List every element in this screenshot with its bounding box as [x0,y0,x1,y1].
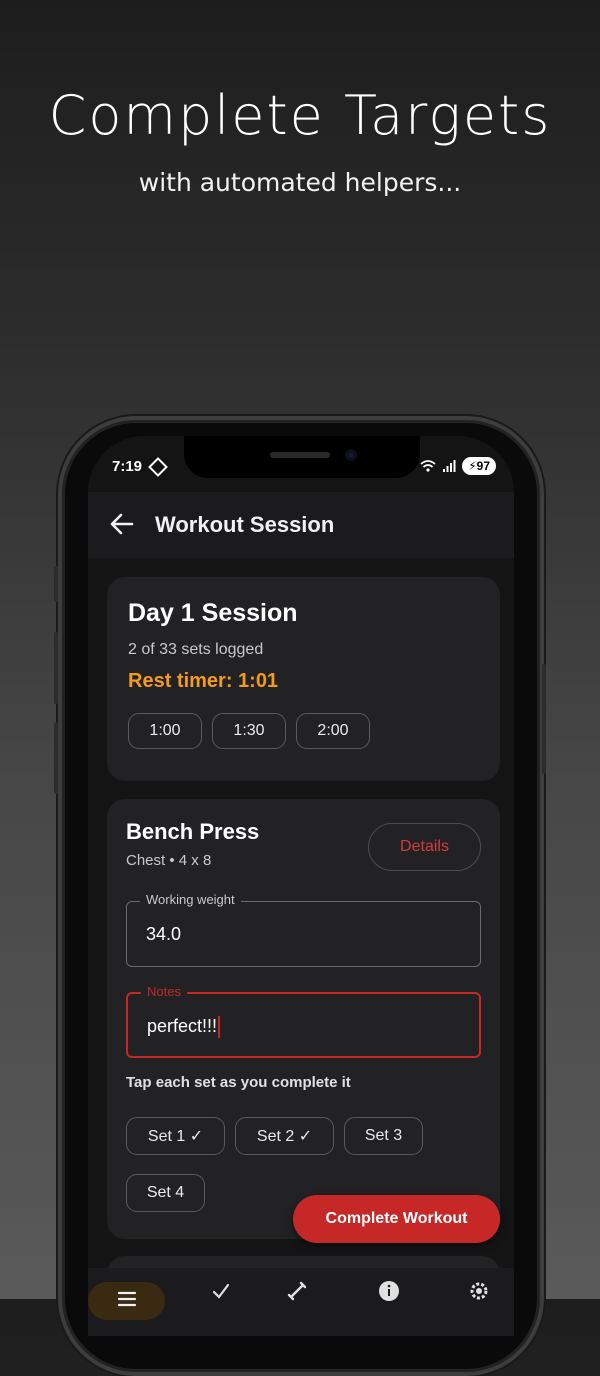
set-3-button[interactable]: Set 3 [344,1117,423,1155]
exercise-name: Bench Press [126,819,260,844]
set-4-button[interactable]: Set 4 [126,1174,205,1212]
text-caret [218,1016,221,1039]
session-title: Day 1 Session [128,599,298,627]
battery-indicator: ⚡97 [462,457,496,475]
nav-item-session-active[interactable] [88,1282,165,1320]
phone-power-button [542,664,546,774]
notes-value: perfect!!! [147,1016,218,1036]
speaker [270,452,330,458]
status-time: 7:19 [112,458,143,475]
navigation-status-icon [148,457,168,477]
status-icons: ⚡97 [420,457,496,475]
phone-volume-down-button [54,722,58,794]
notes-value-wrapper: perfect!!! [147,1016,221,1039]
hero-subtitle: with automated helpers... [138,168,462,197]
working-weight-value: 34.0 [146,924,182,944]
set-2-button[interactable]: Set 2 ✓ [235,1117,334,1155]
camera [345,449,357,461]
notes-field[interactable]: Notes perfect!!! [126,984,481,1058]
phone-screen: 7:19 ⚡97 Workout Session Day 1 Session 2… [88,436,514,1336]
bottom-navigation [88,1268,514,1336]
phone-side-button [54,566,58,602]
exercise-meta: Chest • 4 x 8 [126,852,212,869]
exercise-card: Bench Press Chest • 4 x 8 Details Workin… [107,799,500,1239]
back-arrow-icon[interactable] [108,510,136,538]
details-button[interactable]: Details [368,823,481,871]
complete-workout-button[interactable]: Complete Workout [293,1195,500,1243]
set-helper-text: Tap each set as you complete it [126,1074,351,1091]
working-weight-label: Working weight [140,892,241,907]
notes-label: Notes [141,984,187,999]
session-card: Day 1 Session 2 of 33 sets logged Rest t… [107,577,500,781]
timer-option-2-00[interactable]: 2:00 [296,713,370,749]
battery-level: 97 [476,459,490,473]
phone-volume-up-button [54,632,58,704]
set-1-button[interactable]: Set 1 ✓ [126,1117,225,1155]
timer-option-1-00[interactable]: 1:00 [128,713,202,749]
hero-title: Complete Targets [48,84,552,147]
app-bar: Workout Session [88,492,514,558]
working-weight-field[interactable]: Working weight 34.0 [126,892,481,967]
wifi-icon [420,460,436,472]
rest-timer: Rest timer: 1:01 [128,670,279,692]
notch [184,436,420,478]
sets-logged-count: 2 of 33 sets logged [128,641,264,658]
timer-option-1-30[interactable]: 1:30 [212,713,286,749]
signal-icon [443,460,456,472]
page-title: Workout Session [155,512,335,537]
list-icon [117,1291,137,1307]
